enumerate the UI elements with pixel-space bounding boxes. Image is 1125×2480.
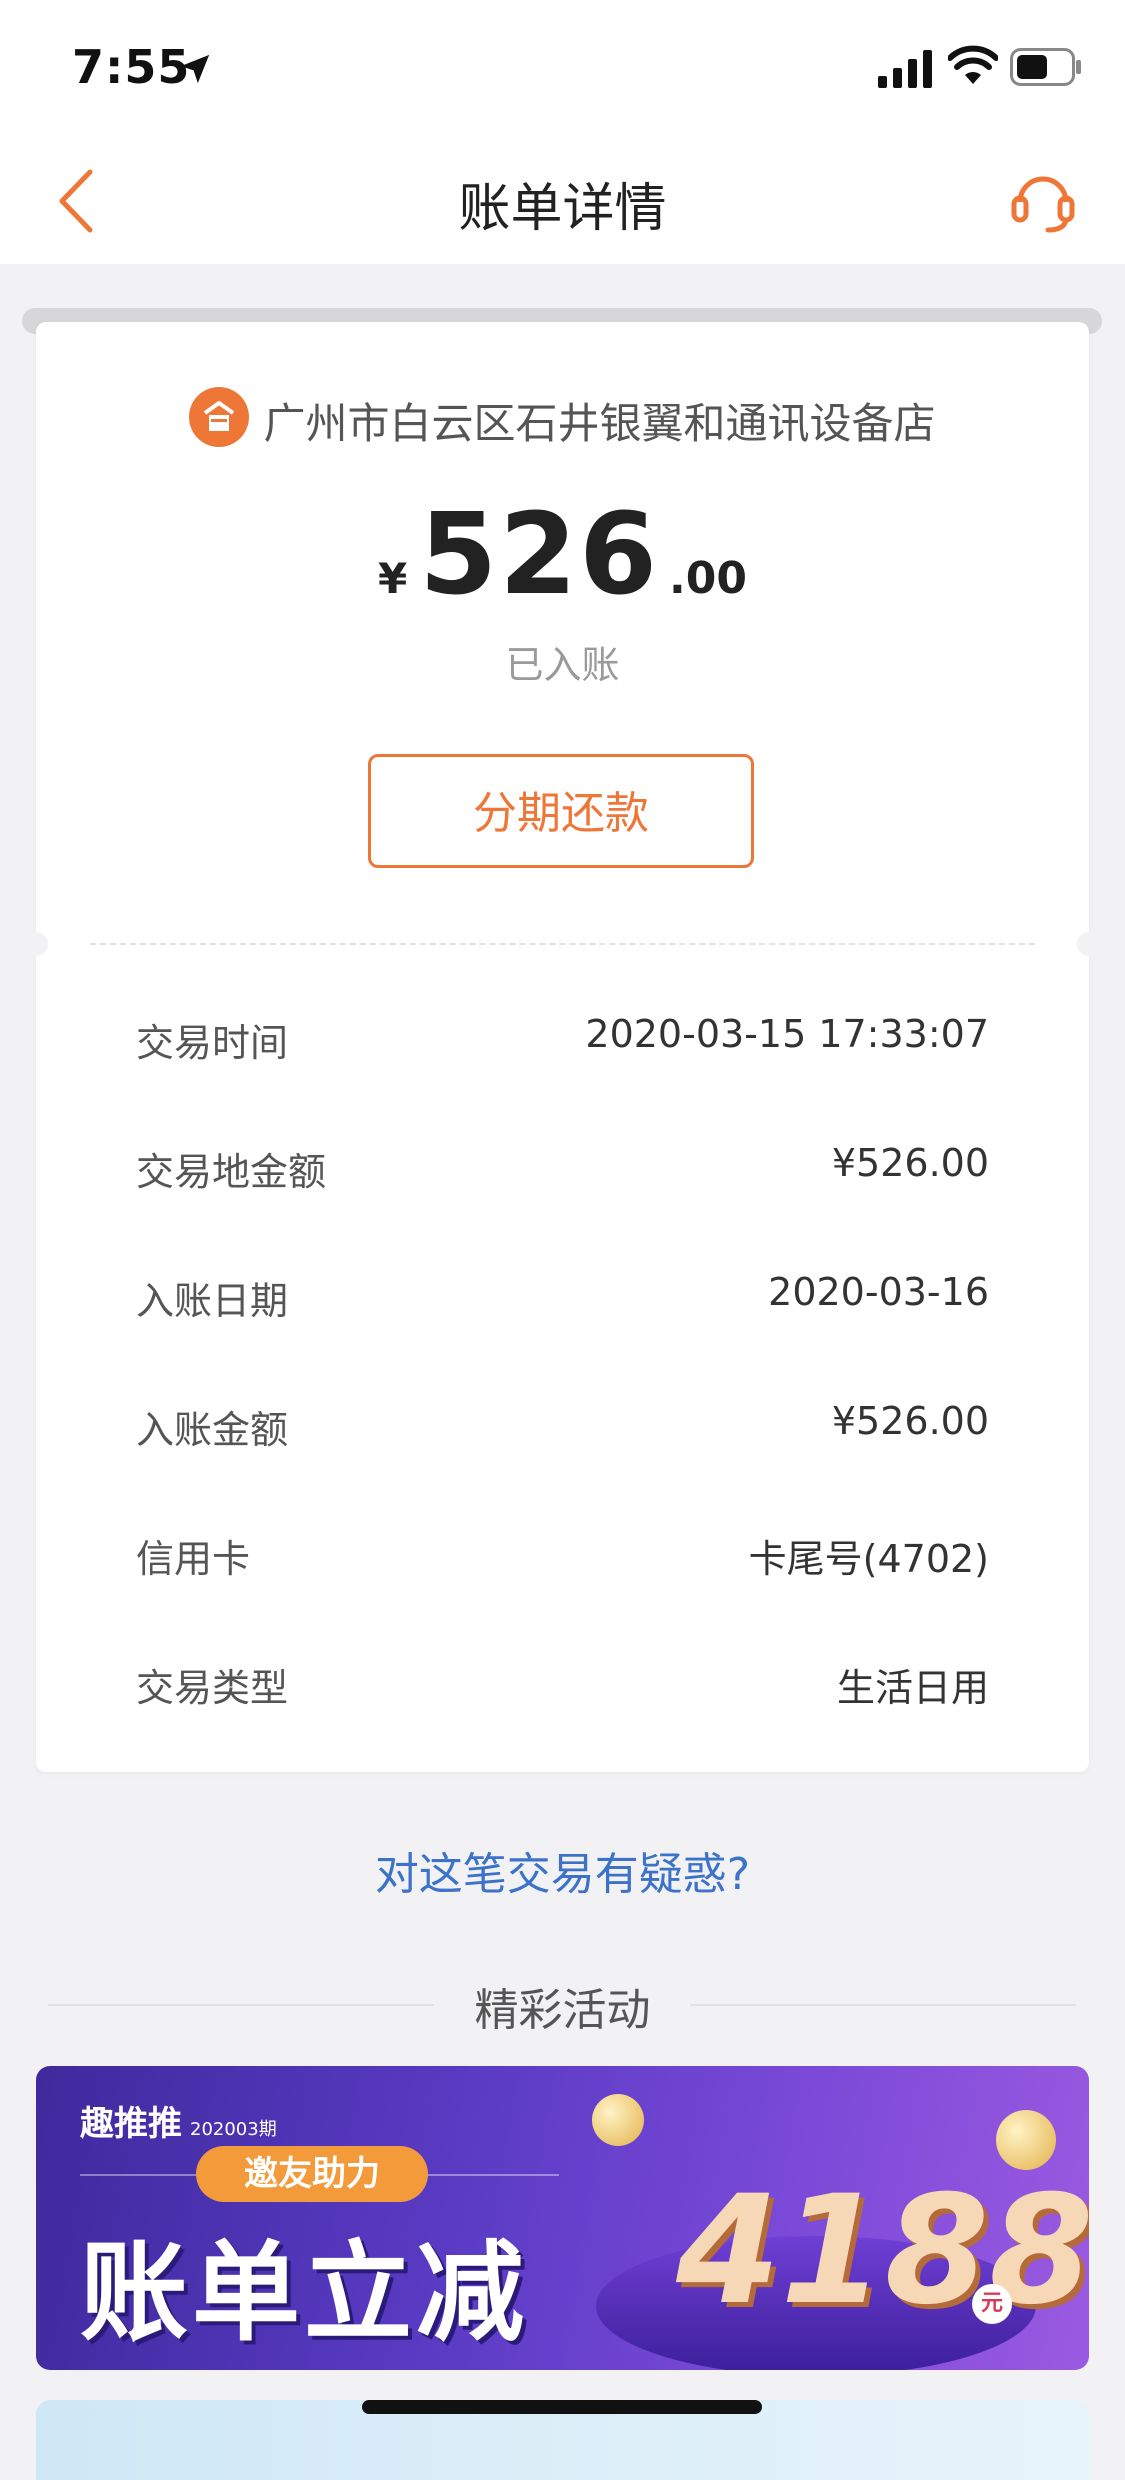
merchant-store-icon xyxy=(189,386,250,447)
posting-status: 已入账 xyxy=(505,643,620,687)
banner-pill: 邀友助力 xyxy=(196,2146,428,2202)
bill-card: 广州市白云区石井银翼和通讯设备店 ¥526.00 已入账 分期还款 交易时间 2… xyxy=(24,322,1101,1772)
detail-row-local-amount: 交易地金额 ¥526.00 xyxy=(136,1141,989,1270)
detail-row-posting-amount: 入账金额 ¥526.00 xyxy=(136,1399,989,1528)
amount-integer: 526 xyxy=(419,490,660,620)
detail-row-transaction-type: 交易类型 生活日用 xyxy=(136,1657,989,1786)
home-indicator xyxy=(362,2400,762,2414)
detail-key: 交易时间 xyxy=(136,1021,289,1065)
detail-row-credit-card: 信用卡 卡尾号(4702) xyxy=(136,1528,989,1657)
nav-bar: 账单详情 xyxy=(0,136,1125,264)
coin-icon xyxy=(996,2110,1056,2170)
dashed-divider xyxy=(90,943,1035,945)
detail-value: ¥526.00 xyxy=(831,1141,989,1185)
coin-icon xyxy=(592,2094,644,2146)
detail-key: 信用卡 xyxy=(136,1537,251,1581)
detail-value: 生活日用 xyxy=(836,1666,989,1710)
wifi-icon xyxy=(948,45,998,84)
location-arrow-icon xyxy=(180,54,210,84)
customer-service-icon[interactable] xyxy=(1008,164,1078,234)
detail-value: 卡尾号(4702) xyxy=(748,1537,989,1581)
card-notch-left xyxy=(24,932,48,956)
detail-key: 交易类型 xyxy=(136,1666,289,1710)
promo-banner[interactable]: 趣推推 202003期 邀友助力 账单立减 4188 元 xyxy=(36,2066,1089,2370)
section-title: 精彩活动 xyxy=(474,1985,651,2036)
detail-value: 2020-03-16 xyxy=(768,1270,989,1314)
section-divider-right xyxy=(690,2004,1076,2006)
installment-button[interactable]: 分期还款 xyxy=(368,754,754,868)
detail-row-posting-date: 入账日期 2020-03-16 xyxy=(136,1270,989,1399)
banner-number: 4188 xyxy=(676,2164,1089,2338)
card-notch-right xyxy=(1077,932,1101,956)
banner-issue: 202003期 xyxy=(190,2119,277,2140)
merchant-name: 广州市白云区石井银翼和通讯设备店 xyxy=(263,399,936,448)
status-bar: 7:55 xyxy=(0,0,1125,136)
merchant-row: 广州市白云区石井银翼和通讯设备店 xyxy=(36,386,1089,451)
amount-decimal: .00 xyxy=(669,553,747,604)
status-time: 7:55 xyxy=(72,40,191,94)
banner-logo: 趣推推 202003期 xyxy=(80,2096,277,2145)
signal-icon xyxy=(878,50,932,88)
amount: ¥526.00 xyxy=(36,490,1089,620)
battery-icon xyxy=(1010,48,1081,86)
detail-key: 交易地金额 xyxy=(136,1150,327,1194)
detail-value: ¥526.00 xyxy=(831,1399,989,1443)
banner-headline: 账单立减 xyxy=(80,2231,529,2356)
detail-value: 2020-03-15 17:33:07 xyxy=(585,1012,989,1056)
amount-currency: ¥ xyxy=(378,554,408,603)
detail-key: 入账日期 xyxy=(136,1279,289,1323)
detail-list: 交易时间 2020-03-15 17:33:07 交易地金额 ¥526.00 入… xyxy=(136,1012,989,1786)
banner-unit: 元 xyxy=(972,2284,1012,2324)
dispute-link[interactable]: 对这笔交易有疑惑? xyxy=(0,1838,1125,1902)
banner-logo-text: 趣推推 xyxy=(80,2104,182,2144)
page-title: 账单详情 xyxy=(458,179,667,239)
detail-row-transaction-time: 交易时间 2020-03-15 17:33:07 xyxy=(136,1012,989,1141)
detail-key: 入账金额 xyxy=(136,1408,289,1452)
